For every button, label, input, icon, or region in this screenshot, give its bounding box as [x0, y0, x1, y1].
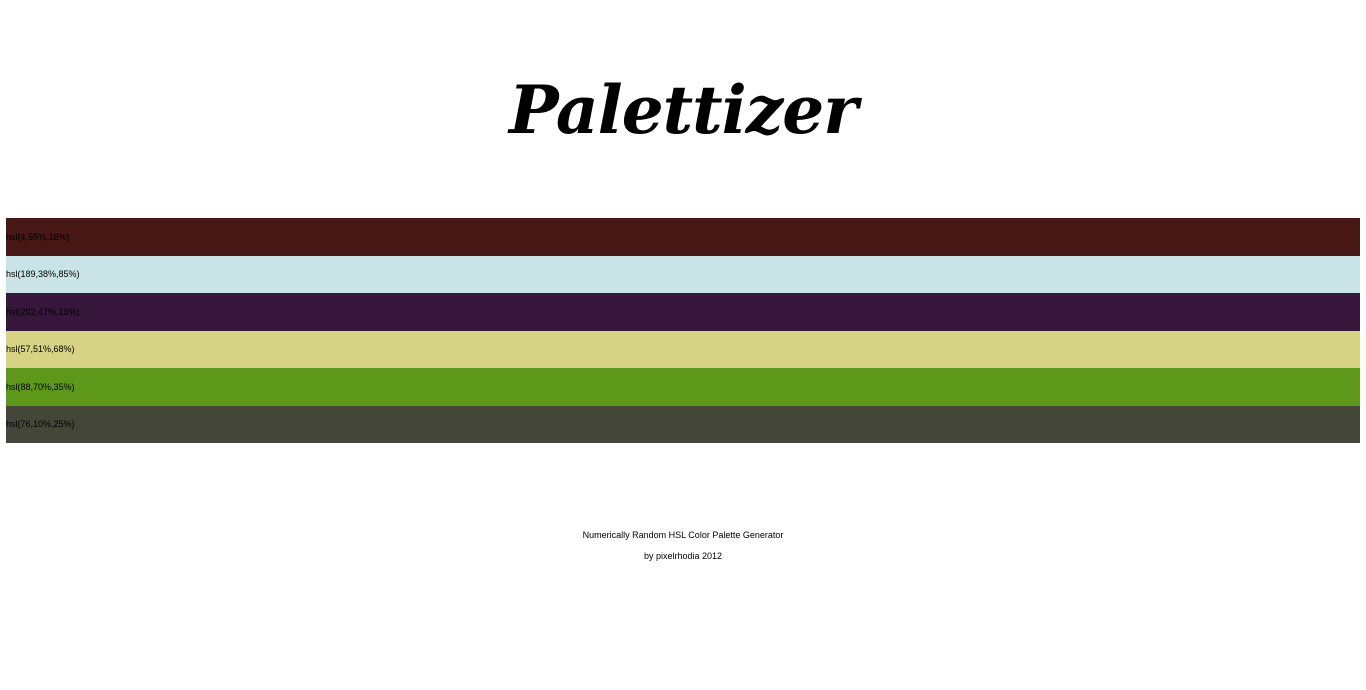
color-swatch[interactable]: hsl(88,70%,35%)	[6, 368, 1360, 406]
color-swatch[interactable]: hsl(189,38%,85%)	[6, 255, 1360, 293]
swatch-label: hsl(57,51%,68%)	[6, 344, 75, 355]
color-swatch[interactable]: hsl(4,55%,18%)	[6, 218, 1360, 256]
color-palette: hsl(4,55%,18%) hsl(189,38%,85%) hsl(292,…	[6, 218, 1360, 443]
footer-credit: by pixelrhodia 2012	[643, 551, 723, 561]
footer-description: Numerically Random HSL Color Palette Gen…	[582, 530, 784, 540]
color-swatch[interactable]: hsl(292,47%,16%)	[6, 293, 1360, 331]
swatch-label: hsl(292,47%,16%)	[6, 306, 80, 317]
swatch-label: hsl(189,38%,85%)	[6, 269, 80, 280]
color-swatch[interactable]: hsl(57,51%,68%)	[6, 330, 1360, 368]
swatch-label: hsl(76,10%,25%)	[6, 419, 75, 430]
swatch-label: hsl(4,55%,18%)	[6, 231, 70, 242]
color-swatch[interactable]: hsl(76,10%,25%)	[6, 405, 1360, 443]
footer: Numerically Random HSL Color Palette Gen…	[0, 529, 1366, 562]
swatch-label: hsl(88,70%,35%)	[6, 381, 75, 392]
page-title: Palettizer	[509, 71, 858, 149]
